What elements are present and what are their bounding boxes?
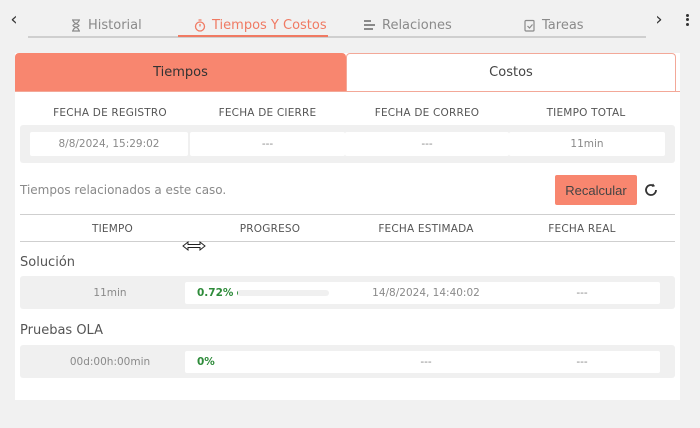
detail-header-divider	[20, 241, 675, 242]
refresh-icon[interactable]	[642, 181, 660, 199]
times-panel: Tiempos Costos FECHA DE REGISTRO FECHA D…	[15, 53, 680, 400]
value-tiempo: 00d:00h:00min	[69, 356, 151, 368]
section-title-pruebas-ola: Pruebas OLA	[20, 323, 103, 338]
value-fecha-estimada: 14/8/2024, 14:40:02	[372, 287, 480, 299]
header-progreso: PROGRESO	[239, 223, 301, 235]
progress-percent: 0%	[197, 356, 215, 368]
resize-cursor-icon	[182, 240, 206, 252]
relations-icon	[364, 20, 375, 30]
detail-top-divider	[20, 214, 675, 215]
tab-tareas[interactable]: Tareas	[524, 12, 584, 38]
chevron-left-icon[interactable]: ‹	[6, 10, 22, 30]
timer-icon	[194, 18, 206, 32]
value-fecha-cierre: ---	[190, 132, 345, 156]
section-title-solucion: Solución	[20, 255, 76, 270]
header-fecha-registro: FECHA DE REGISTRO	[53, 107, 167, 119]
subtab-label: Tiempos	[153, 64, 208, 80]
tab-label: Tareas	[542, 17, 584, 33]
value-tiempo-total: 11min	[509, 132, 665, 156]
value-tiempo: 11min	[93, 287, 127, 299]
header-fecha-correo: FECHA DE CORREO	[374, 107, 480, 119]
progress-bar-fill	[237, 290, 239, 296]
tab-label: Historial	[88, 17, 142, 33]
recalcular-button[interactable]: Recalcular	[555, 175, 637, 205]
tab-relaciones[interactable]: Relaciones	[363, 12, 452, 38]
tasks-icon	[524, 19, 535, 32]
value-fecha-real: ---	[576, 287, 588, 299]
header-fecha-estimada: FECHA ESTIMADA	[378, 223, 474, 235]
kebab-menu-icon[interactable]	[680, 12, 694, 32]
header-fecha-cierre: FECHA DE CIERRE	[218, 107, 317, 119]
subtab-divider	[15, 91, 680, 92]
tab-label: Relaciones	[382, 17, 452, 33]
tab-label: Tiempos Y Costos	[212, 17, 327, 33]
subtab-costos[interactable]: Costos	[346, 53, 676, 91]
tab-historial[interactable]: Historial	[70, 12, 142, 38]
active-tab-indicator	[178, 35, 328, 37]
value-fecha-correo: ---	[345, 132, 509, 156]
tabs-row: Historial Tiempos Y Costos Relaciones Ta…	[28, 0, 646, 38]
value-fecha-estimada: ---	[420, 356, 432, 368]
hourglass-icon	[72, 18, 80, 32]
related-times-note: Tiempos relacionados a este caso.	[20, 183, 227, 197]
value-fecha-registro: 8/8/2024, 15:29:02	[30, 132, 188, 156]
top-tab-bar: ‹ Historial Tiempos Y Costos Relaciones …	[0, 0, 700, 44]
header-tiempo: TIEMPO	[91, 223, 133, 235]
value-fecha-real: ---	[576, 356, 588, 368]
subtab-tiempos[interactable]: Tiempos	[15, 53, 346, 91]
progress-bar	[237, 290, 329, 296]
subtab-label: Costos	[489, 65, 533, 80]
header-tiempo-total: TIEMPO TOTAL	[546, 107, 626, 119]
header-fecha-real: FECHA REAL	[548, 223, 616, 235]
progress-percent: 0.72%	[197, 287, 234, 299]
chevron-right-icon[interactable]: ›	[651, 10, 667, 30]
